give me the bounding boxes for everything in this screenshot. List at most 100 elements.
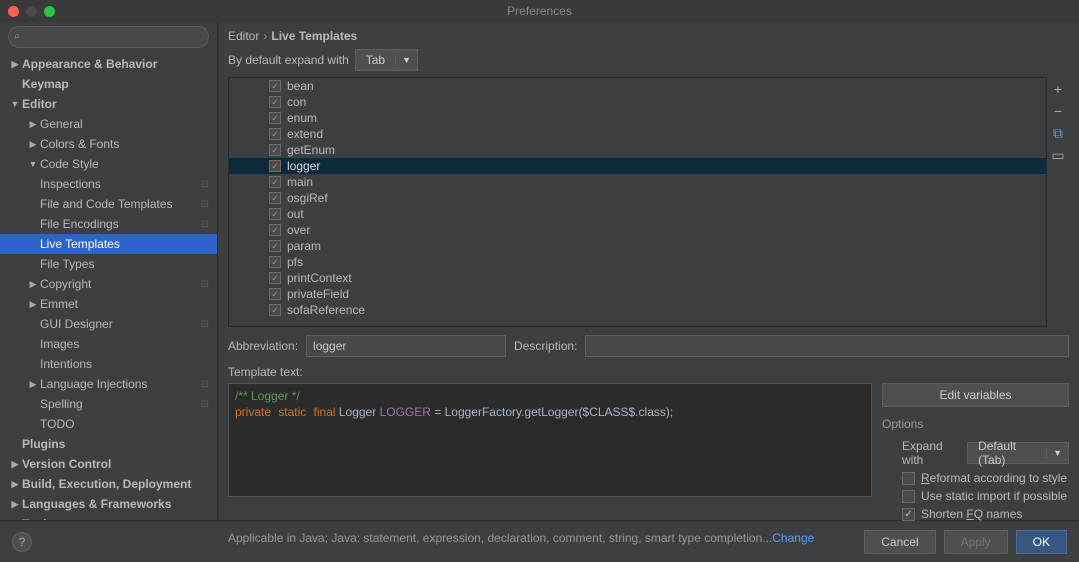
sidebar-item-label: Colors & Fonts bbox=[40, 137, 119, 151]
remove-icon[interactable]: − bbox=[1050, 103, 1066, 119]
config-icon: ⊟ bbox=[201, 379, 209, 390]
checkbox-icon[interactable]: ✓ bbox=[269, 208, 281, 220]
breadcrumb: Editor›Live Templates bbox=[228, 28, 1069, 49]
template-item[interactable]: ✓sofaReference bbox=[229, 302, 1046, 318]
option-expand-select[interactable]: Default (Tab) ▼ bbox=[967, 442, 1069, 464]
checkbox-icon[interactable]: ✓ bbox=[269, 160, 281, 172]
template-item[interactable]: ✓out bbox=[229, 206, 1046, 222]
template-name: privateField bbox=[287, 287, 349, 301]
checkbox-icon[interactable]: ✓ bbox=[269, 256, 281, 268]
option-static-import[interactable]: Use static import if possible bbox=[882, 487, 1069, 505]
applicable-text: Applicable in Java; Java: statement, exp… bbox=[228, 523, 1069, 545]
checkbox-icon[interactable]: ✓ bbox=[269, 96, 281, 108]
sidebar-item-general[interactable]: ▶General bbox=[0, 114, 217, 134]
add-icon[interactable]: + bbox=[1050, 81, 1066, 97]
sidebar-item-copyright[interactable]: ▶Copyright⊟ bbox=[0, 274, 217, 294]
sidebar-item-language-injections[interactable]: ▶Language Injections⊟ bbox=[0, 374, 217, 394]
sidebar-item-file-and-code-templates[interactable]: File and Code Templates⊟ bbox=[0, 194, 217, 214]
template-item[interactable]: ✓ enum bbox=[229, 110, 1046, 126]
titlebar: Preferences bbox=[0, 0, 1079, 22]
sidebar-item-intentions[interactable]: Intentions bbox=[0, 354, 217, 374]
template-item[interactable]: ✓ privateField bbox=[229, 286, 1046, 302]
template-item[interactable]: ✓extend bbox=[229, 126, 1046, 142]
template-item[interactable]: ✓ getEnum bbox=[229, 142, 1046, 158]
checkbox-icon[interactable]: ✓ bbox=[269, 224, 281, 236]
sidebar-item-keymap[interactable]: Keymap bbox=[0, 74, 217, 94]
template-name: enum bbox=[287, 111, 317, 125]
checkbox-icon[interactable]: ✓ bbox=[269, 128, 281, 140]
sidebar-item-images[interactable]: Images bbox=[0, 334, 217, 354]
option-reformat[interactable]: Reformat according to style bbox=[882, 469, 1069, 487]
help-button[interactable]: ? bbox=[12, 532, 32, 552]
template-item[interactable]: ✓bean bbox=[229, 78, 1046, 94]
config-icon: ⊟ bbox=[201, 279, 209, 290]
template-item[interactable]: ✓pfs bbox=[229, 254, 1046, 270]
checkbox-icon[interactable]: ✓ bbox=[269, 112, 281, 124]
sidebar-item-tools[interactable]: ▶Tools bbox=[0, 514, 217, 520]
template-item[interactable]: ✓ printContext bbox=[229, 270, 1046, 286]
sidebar-item-file-encodings[interactable]: File Encodings⊟ bbox=[0, 214, 217, 234]
traffic-lights bbox=[0, 6, 55, 17]
sidebar-item-label: Version Control bbox=[22, 457, 111, 471]
description-input[interactable] bbox=[585, 335, 1069, 357]
arrow-icon: ▶ bbox=[8, 59, 22, 70]
sidebar-item-label: File Types bbox=[40, 257, 94, 271]
sidebar-item-version-control[interactable]: ▶Version Control bbox=[0, 454, 217, 474]
content-pane: Editor›Live Templates By default expand … bbox=[218, 22, 1079, 520]
sidebar-item-build-execution-deployment[interactable]: ▶Build, Execution, Deployment bbox=[0, 474, 217, 494]
option-shorten-fq[interactable]: ✓Shorten FQ names bbox=[882, 505, 1069, 523]
sidebar-item-emmet[interactable]: ▶Emmet bbox=[0, 294, 217, 314]
arrow-icon: ▼ bbox=[26, 159, 40, 169]
copy-icon[interactable]: ⧉ bbox=[1050, 125, 1066, 141]
checkbox-icon[interactable]: ✓ bbox=[269, 176, 281, 188]
sidebar-item-plugins[interactable]: Plugins bbox=[0, 434, 217, 454]
checkbox-icon[interactable]: ✓ bbox=[269, 192, 281, 204]
template-item[interactable]: ✓osgiRef bbox=[229, 190, 1046, 206]
sidebar-item-label: Spelling bbox=[40, 397, 83, 411]
sidebar-item-label: Plugins bbox=[22, 437, 65, 451]
expand-label: By default expand with bbox=[228, 53, 349, 67]
expand-select[interactable]: Tab ▼ bbox=[355, 49, 418, 71]
expand-value: Tab bbox=[356, 53, 395, 67]
template-item[interactable]: ✓con bbox=[229, 94, 1046, 110]
sidebar-item-code-style[interactable]: ▼Code Style bbox=[0, 154, 217, 174]
sidebar-item-label: Build, Execution, Deployment bbox=[22, 477, 191, 491]
arrow-icon: ▶ bbox=[26, 279, 40, 290]
checkbox-icon[interactable]: ✓ bbox=[269, 240, 281, 252]
zoom-icon[interactable] bbox=[44, 6, 55, 17]
duplicate-icon[interactable]: ▭ bbox=[1050, 147, 1066, 163]
template-name: getEnum bbox=[287, 143, 335, 157]
minimize-icon[interactable] bbox=[26, 6, 37, 17]
template-name: printContext bbox=[287, 271, 352, 285]
template-list[interactable]: ✓bean✓con✓enum✓extend✓getEnum✓logger✓mai… bbox=[228, 77, 1047, 327]
checkbox-icon[interactable]: ✓ bbox=[269, 304, 281, 316]
sidebar-item-languages-frameworks[interactable]: ▶Languages & Frameworks bbox=[0, 494, 217, 514]
template-editor[interactable]: /** Logger */ private static final Logge… bbox=[228, 383, 872, 497]
checkbox-icon[interactable]: ✓ bbox=[269, 272, 281, 284]
sidebar-item-appearance-behavior[interactable]: ▶Appearance & Behavior bbox=[0, 54, 217, 74]
sidebar-item-spelling[interactable]: Spelling⊟ bbox=[0, 394, 217, 414]
option-expand-row: Expand with Default (Tab) ▼ bbox=[882, 437, 1069, 469]
search-input[interactable] bbox=[8, 26, 209, 48]
template-item[interactable]: ✓param bbox=[229, 238, 1046, 254]
change-link[interactable]: Change bbox=[772, 531, 814, 545]
sidebar-item-editor[interactable]: ▼Editor bbox=[0, 94, 217, 114]
checkbox-icon[interactable]: ✓ bbox=[269, 144, 281, 156]
template-item[interactable]: ✓main bbox=[229, 174, 1046, 190]
checkbox-icon[interactable]: ✓ bbox=[269, 80, 281, 92]
sidebar-item-file-types[interactable]: File Types bbox=[0, 254, 217, 274]
sidebar-item-gui-designer[interactable]: GUI Designer⊟ bbox=[0, 314, 217, 334]
close-icon[interactable] bbox=[8, 6, 19, 17]
sidebar-item-label: GUI Designer bbox=[40, 317, 113, 331]
sidebar-item-live-templates[interactable]: Live Templates bbox=[0, 234, 217, 254]
sidebar-item-colors-fonts[interactable]: ▶Colors & Fonts bbox=[0, 134, 217, 154]
template-item[interactable]: ✓ logger bbox=[229, 158, 1046, 174]
template-name: logger bbox=[287, 159, 320, 173]
checkbox-icon[interactable]: ✓ bbox=[269, 288, 281, 300]
option-expand-label: Expand with bbox=[902, 439, 961, 467]
template-item[interactable]: ✓over bbox=[229, 222, 1046, 238]
sidebar-item-todo[interactable]: TODO bbox=[0, 414, 217, 434]
edit-variables-button[interactable]: Edit variables bbox=[882, 383, 1069, 407]
sidebar-item-inspections[interactable]: Inspections⊟ bbox=[0, 174, 217, 194]
abbreviation-input[interactable] bbox=[306, 335, 506, 357]
